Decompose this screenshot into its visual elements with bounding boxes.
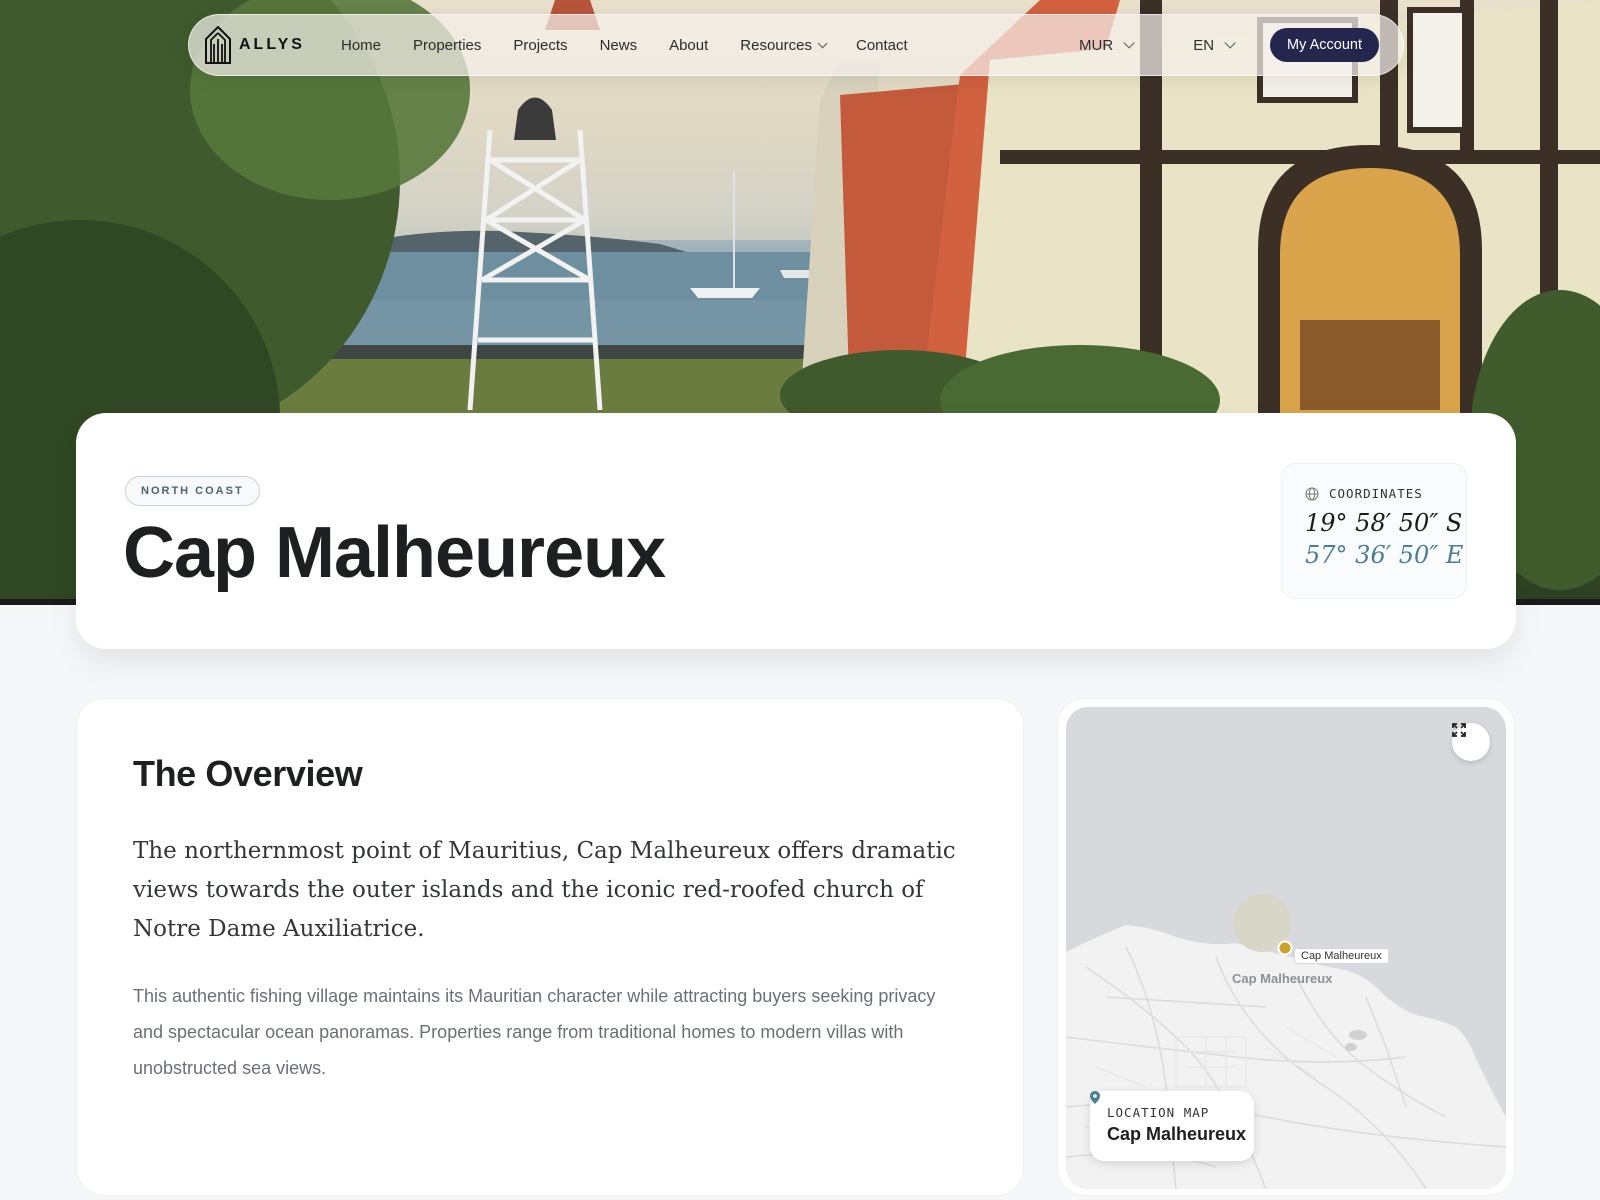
brand-logo[interactable]: ALLYS bbox=[205, 26, 305, 64]
chevron-down-icon bbox=[1224, 37, 1236, 49]
nav-link-news[interactable]: News bbox=[600, 37, 638, 54]
region-badge: NORTH COAST bbox=[125, 476, 260, 506]
location-map[interactable]: Cap Malheureux Cap Malheureux LOCATION M… bbox=[1066, 707, 1506, 1189]
nav-links: Home Properties Projects News About Reso… bbox=[341, 37, 908, 54]
globe-icon bbox=[1305, 487, 1319, 500]
nav-link-resources-label: Resources bbox=[740, 36, 812, 54]
nav-link-contact[interactable]: Contact bbox=[856, 37, 908, 54]
location-header-card: NORTH COAST Cap Malheureux COORDINATES 1… bbox=[76, 413, 1516, 649]
overview-heading: The Overview bbox=[133, 753, 363, 794]
coordinates-heading: COORDINATES bbox=[1305, 486, 1466, 501]
coordinates-panel: COORDINATES 19° 58′ 50″ S 57° 36′ 50″ E bbox=[1281, 463, 1467, 599]
longitude-value: 57° 36′ 50″ E bbox=[1305, 541, 1464, 569]
currency-selector[interactable]: MUR bbox=[1079, 36, 1135, 54]
chevron-down-icon bbox=[1123, 37, 1135, 49]
chevron-down-icon bbox=[817, 37, 828, 48]
location-pin-icon bbox=[1090, 1091, 1100, 1104]
brand-name: ALLYS bbox=[239, 36, 305, 53]
map-info-place: Cap Malheureux bbox=[1107, 1124, 1247, 1144]
top-navigation: ALLYS Home Properties Projects News Abou… bbox=[188, 14, 1404, 76]
expand-icon bbox=[1452, 723, 1466, 737]
expand-map-button[interactable] bbox=[1452, 723, 1490, 761]
page-title: Cap Malheureux bbox=[123, 513, 666, 593]
allys-logo-icon bbox=[205, 26, 231, 64]
currency-value: MUR bbox=[1079, 36, 1114, 54]
overview-card: The Overview The northernmost point of M… bbox=[76, 698, 1024, 1196]
map-card: Cap Malheureux Cap Malheureux LOCATION M… bbox=[1057, 698, 1515, 1196]
overview-body-paragraph: This authentic fishing village maintains… bbox=[133, 986, 936, 1078]
language-selector[interactable]: EN bbox=[1193, 36, 1236, 54]
overview-lead-paragraph: The northernmost point of Mauritius, Cap… bbox=[133, 838, 956, 942]
map-info-card: LOCATION MAP Cap Malheureux bbox=[1090, 1091, 1254, 1161]
nav-link-about[interactable]: About bbox=[669, 37, 708, 54]
nav-link-resources[interactable]: Resources bbox=[740, 36, 828, 54]
language-value: EN bbox=[1193, 36, 1215, 54]
map-place-label: Cap Malheureux bbox=[1232, 971, 1333, 986]
nav-actions: MUR EN My Account bbox=[1079, 28, 1379, 62]
nav-link-home[interactable]: Home bbox=[341, 37, 381, 54]
latitude-value: 19° 58′ 50″ S bbox=[1305, 509, 1463, 537]
coordinates-label: COORDINATES bbox=[1329, 486, 1423, 501]
nav-link-properties[interactable]: Properties bbox=[413, 37, 481, 54]
map-info-label: LOCATION MAP bbox=[1107, 1105, 1210, 1120]
nav-link-projects[interactable]: Projects bbox=[513, 37, 567, 54]
map-info-heading: LOCATION MAP bbox=[1090, 1091, 1254, 1120]
my-account-button[interactable]: My Account bbox=[1270, 28, 1379, 62]
map-pin-label: Cap Malheureux bbox=[1294, 948, 1389, 964]
